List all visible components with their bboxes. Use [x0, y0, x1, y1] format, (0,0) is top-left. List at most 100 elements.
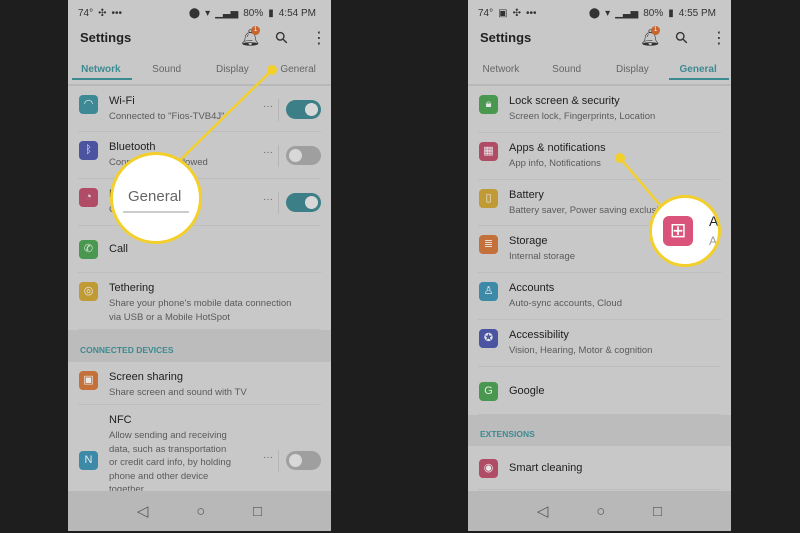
- back-icon[interactable]: ◁: [137, 502, 149, 520]
- settings-item-call[interactable]: ✆ Call: [78, 226, 321, 273]
- more-dots-icon[interactable]: ···: [263, 194, 273, 205]
- more-dots-icon[interactable]: ···: [263, 147, 273, 158]
- item-subtitle: Battery saver, Power saving exclusions: [509, 205, 674, 216]
- home-icon[interactable]: ○: [196, 503, 205, 520]
- callout-zoom-general-tab: General: [110, 152, 202, 244]
- tab-general[interactable]: General: [665, 60, 731, 84]
- cell-signal-icon: ▁▃▅: [215, 7, 239, 19]
- settings-item-tethering[interactable]: ◎ Tethering Share your phone's mobile data…: [78, 273, 321, 330]
- item-subtitle: Internal storage: [509, 251, 576, 262]
- item-title: NFC: [109, 414, 132, 426]
- more-notifications-icon: •••: [525, 7, 537, 19]
- toggle-switch[interactable]: [286, 193, 321, 212]
- item-description-line: Allow sending and receiving: [109, 430, 227, 441]
- section-header: EXTENSIONS: [468, 415, 731, 446]
- tab-display[interactable]: Display: [600, 60, 666, 84]
- item-subtitle: Auto-sync accounts, Cloud: [509, 298, 623, 309]
- phone-screen-network: 74° ✣ ••• ⬤ ▾ ▁▃▅ 80% ▮ 4:54 PM Settings 🔔︎ 1 ⚲ ⋮ Netw…: [68, 0, 331, 533]
- item-title: Accounts: [509, 282, 555, 294]
- data-usage-icon: ◔: [79, 188, 98, 207]
- more-options-icon[interactable]: ⋮: [711, 28, 727, 48]
- callout-zoom-apps-icon: ⊞ A A: [649, 195, 721, 267]
- phone-icon: ✆: [79, 240, 98, 259]
- battery-icon: ▮: [268, 7, 274, 19]
- clock: 4:55 PM: [678, 7, 716, 19]
- smart-cleaning-icon: ◉: [479, 458, 498, 478]
- tab-sound[interactable]: Sound: [534, 60, 600, 84]
- battery-percent: 80%: [643, 7, 664, 19]
- clock: 4:54 PM: [278, 7, 316, 19]
- more-dots-icon[interactable]: ···: [263, 101, 273, 112]
- home-icon[interactable]: ○: [596, 503, 605, 520]
- settings-item-apps-notifications[interactable]: ▦ Apps & notifications App info, Notificat…: [478, 133, 721, 180]
- tab-network[interactable]: Network: [468, 60, 534, 84]
- callout-dot: [267, 65, 277, 75]
- screen-share-icon: ▣: [79, 371, 98, 390]
- callout-title-fragment: A: [709, 213, 719, 229]
- item-subtitle-2: via USB or a Mobile HotSpot: [109, 312, 230, 323]
- tab-bar: Network Sound Display General: [68, 60, 331, 86]
- cell-signal-icon: ▁▃▅: [615, 7, 639, 19]
- tab-bar: Network Sound Display General: [468, 60, 731, 86]
- wifi-signal-icon: ▾: [205, 7, 211, 19]
- item-title: Bluetooth: [109, 141, 156, 153]
- item-subtitle: Connected to "Fios-TVB4J": [109, 111, 225, 122]
- search-icon[interactable]: ⚲: [671, 27, 693, 49]
- more-notifications-icon: •••: [111, 7, 123, 19]
- wifi-signal-icon: ▾: [605, 7, 611, 19]
- lock-icon: 🔒︎: [479, 95, 498, 114]
- item-title: Screen sharing: [109, 371, 183, 383]
- settings-item-wi-fi[interactable]: ◠ Wi-Fi Connected to "Fios-TVB4J" ···: [78, 86, 321, 132]
- settings-item-lock-screen-security[interactable]: 🔒︎ Lock screen & security Screen lock, Fin…: [478, 86, 721, 133]
- recents-icon[interactable]: □: [253, 503, 262, 520]
- back-icon[interactable]: ◁: [537, 502, 549, 520]
- account-icon: ♙: [479, 282, 498, 301]
- tab-display[interactable]: Display: [200, 60, 266, 84]
- google-icon: G: [479, 381, 498, 401]
- battery-icon: ▯: [479, 189, 498, 208]
- notification-badge: 1: [651, 26, 660, 35]
- callout-tab-underline: [123, 211, 189, 213]
- settings-item-google[interactable]: G Google: [478, 367, 721, 415]
- page-title: Settings: [80, 30, 132, 45]
- sync-icon: ✣: [512, 7, 521, 19]
- toggle-switch[interactable]: [286, 146, 321, 165]
- more-dots-icon[interactable]: ···: [263, 452, 273, 463]
- settings-item-bluetooth[interactable]: ᛒBluetoothConnection not allowed···: [78, 132, 321, 179]
- item-title: Smart cleaning: [509, 461, 583, 474]
- toggle-knob: [289, 453, 302, 467]
- location-icon: ⬤: [188, 7, 201, 19]
- item-subtitle: App info, Notifications: [509, 158, 601, 169]
- search-icon[interactable]: ⚲: [271, 27, 293, 49]
- navigation-bar: ◁ ○ □: [468, 491, 731, 531]
- callout-dot: [615, 153, 625, 163]
- apps-grid-icon: ▦: [479, 142, 498, 161]
- location-icon: ⬤: [588, 7, 601, 19]
- storage-icon: ≣: [479, 235, 498, 254]
- item-title: Wi-Fi: [109, 95, 135, 107]
- more-options-icon[interactable]: ⋮: [311, 28, 327, 48]
- gallery-icon: ▣: [498, 7, 508, 19]
- divider: [278, 98, 279, 121]
- item-subtitle: Share your phone's mobile data connectio…: [109, 298, 292, 309]
- toggle-switch[interactable]: [286, 450, 321, 470]
- settings-item-smart-cleaning[interactable]: ◉ Smart cleaning: [478, 446, 721, 490]
- notification-badge: 1: [251, 26, 260, 35]
- settings-item-screen-sharing[interactable]: ▣ Screen sharing Share screen and sound wi…: [78, 362, 321, 405]
- toggle-knob: [305, 196, 318, 209]
- item-title: Storage: [509, 235, 548, 247]
- recents-icon[interactable]: □: [653, 503, 662, 520]
- status-bar: 74° ▣ ✣ ••• ⬤ ▾ ▁▃▅ 80% ▮ 4:55 PM: [478, 6, 721, 20]
- item-title: Call: [109, 243, 128, 255]
- settings-item-accessibility[interactable]: ✪ Accessibility Vision, Hearing, Motor & c…: [478, 320, 721, 367]
- toggle-switch[interactable]: [286, 99, 321, 119]
- accessibility-icon: ✪: [479, 329, 498, 348]
- phone-screen-general: 74° ▣ ✣ ••• ⬤ ▾ ▁▃▅ 80% ▮ 4:55 PM Settings 🔔︎ 1 ⚲ ⋮ Net…: [468, 0, 731, 533]
- settings-item-accounts[interactable]: ♙ Accounts Auto-sync accounts, Cloud: [478, 273, 721, 320]
- tab-network[interactable]: Network: [68, 60, 134, 84]
- hotspot-icon: ◎: [79, 282, 98, 301]
- item-description-line: phone and other device: [109, 470, 209, 482]
- temperature: 74°: [478, 7, 494, 19]
- item-title: Battery: [509, 189, 544, 201]
- tab-sound[interactable]: Sound: [134, 60, 200, 84]
